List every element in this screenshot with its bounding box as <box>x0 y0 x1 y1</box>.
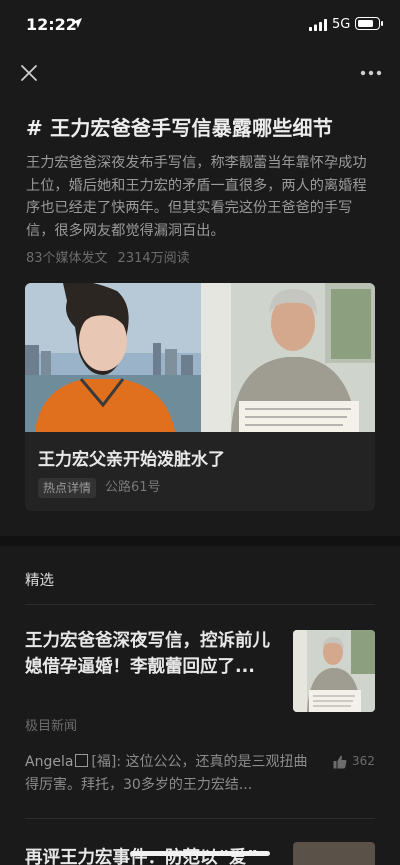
battery-level <box>358 20 374 27</box>
card-photo <box>25 283 375 432</box>
comment-badge: [福] <box>91 754 117 770</box>
article-source: 极目新闻 <box>25 719 78 734</box>
read-count: 2314万阅读 <box>117 251 190 266</box>
comment-author: Angela <box>25 754 74 770</box>
location-arrow-icon <box>72 18 82 28</box>
topic-stats: 83个媒体发文 2314万阅读 <box>26 247 190 266</box>
network-type: 5G <box>332 17 351 32</box>
card-title: 王力宏父亲开始泼脏水了 <box>38 450 225 470</box>
topic-description: 王力宏爸爸深夜发布手写信，称李靓蕾当年靠怀孕成功上位，婚后她和王力宏的矛盾一直很… <box>26 155 367 239</box>
card-source: 公路61号 <box>105 480 161 495</box>
hot-detail-tag[interactable]: 热点详情 <box>38 478 97 498</box>
signal-icon <box>309 19 327 31</box>
divider <box>25 818 375 819</box>
nav-bar <box>0 50 400 95</box>
section-separator <box>0 536 400 546</box>
checkbox-glyph-icon <box>75 754 89 767</box>
more-icon[interactable] <box>356 60 386 86</box>
article-thumbnail[interactable] <box>293 630 375 712</box>
section-title: 精选 <box>25 573 54 589</box>
status-bar: 12:22 5G <box>0 0 400 50</box>
battery-icon <box>355 17 383 30</box>
home-indicator[interactable] <box>130 851 270 856</box>
article-thumbnail[interactable] <box>293 842 375 865</box>
topic-title: # 王力宏爸爸手写信暴露哪些细节 <box>26 116 333 140</box>
like-count: 362 <box>352 754 375 768</box>
top-comment[interactable]: Angela [福]: 这位公公，还真的是三观扭曲得厉害。拜托，30多岁的王力宏结… <box>25 751 315 797</box>
thumbs-up-icon[interactable] <box>333 755 347 769</box>
status-time: 12:22 <box>26 15 77 34</box>
media-count: 83个媒体发文 <box>26 251 108 266</box>
hot-news-card[interactable]: 王力宏父亲开始泼脏水了 热点详情 公路61号 <box>25 283 375 511</box>
close-icon[interactable] <box>16 60 42 86</box>
divider <box>25 604 375 605</box>
article-title[interactable]: 王力宏爸爸深夜写信，控诉前儿媳借孕逼婚！李靓蕾回应了... <box>25 628 281 680</box>
